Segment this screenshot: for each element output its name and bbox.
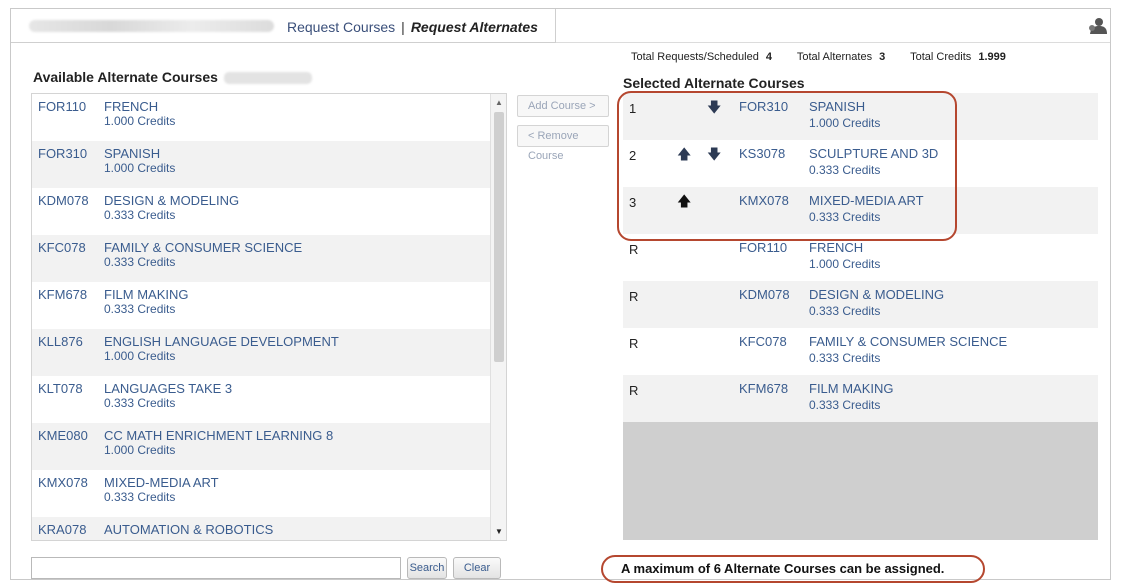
course-code: KFC078 <box>739 334 787 349</box>
search-input[interactable] <box>31 557 401 579</box>
course-code: FOR110 <box>38 99 87 114</box>
course-code: KLL876 <box>38 334 83 349</box>
course-order: R <box>629 242 639 257</box>
course-name: FILM MAKING <box>104 287 189 302</box>
list-item[interactable]: KMX078 MIXED-MEDIA ART 0.333 Credits <box>32 470 490 517</box>
remove-course-button[interactable]: < Remove Course <box>517 125 609 162</box>
scroll-down-icon[interactable]: ▼ <box>495 527 503 536</box>
course-request-panel: Request Courses | Request Alternates Total… <box>10 8 1111 583</box>
search-button[interactable]: Search <box>407 557 447 579</box>
course-order: R <box>629 289 639 304</box>
course-name: AUTOMATION & ROBOTICS <box>104 522 274 537</box>
available-courses-title: Available Alternate Courses <box>33 69 218 85</box>
course-code: FOR110 <box>739 240 788 255</box>
total-credits-label: Total Credits <box>910 51 972 63</box>
total-alternates-value: 3 <box>879 51 886 63</box>
course-credits: 0.333 Credits <box>104 490 176 504</box>
course-code: KLT078 <box>38 381 83 396</box>
total-credits-value: 1.999 <box>978 51 1006 63</box>
course-name: SPANISH <box>104 146 161 161</box>
course-name: FILM MAKING <box>809 381 894 396</box>
person-icon[interactable] <box>1086 17 1108 35</box>
max-alternates-note: A maximum of 6 Alternate Courses can be … <box>601 555 985 583</box>
scroll-thumb[interactable] <box>494 112 504 362</box>
course-name: FAMILY & CONSUMER SCIENCE <box>104 240 303 255</box>
course-credits: 1.000 Credits <box>104 114 176 128</box>
course-code: KMX078 <box>38 475 88 490</box>
course-name: MIXED-MEDIA ART <box>104 475 219 490</box>
course-name: DESIGN & MODELING <box>104 193 240 208</box>
total-requests-value: 4 <box>765 51 772 63</box>
course-credits: 1.000 Credits <box>809 257 881 271</box>
course-order: R <box>629 336 639 351</box>
course-credits: 0.333 Credits <box>104 208 176 222</box>
course-credits: 1.000 Credits <box>104 349 176 363</box>
list-item[interactable]: KFM678 FILM MAKING 0.333 Credits <box>32 282 490 329</box>
highlight-outline <box>617 91 957 241</box>
course-credits: 0.333 Credits <box>104 396 176 410</box>
course-credits: 0.333 Credits <box>809 398 881 412</box>
course-credits: 0.333 Credits <box>809 304 881 318</box>
list-item[interactable]: FOR110 FRENCH 1.000 Credits <box>32 94 490 141</box>
list-item[interactable]: R KFC078 FAMILY & CONSUMER SCIENCE 0.333… <box>623 328 1098 375</box>
scroll-up-icon[interactable]: ▲ <box>495 98 503 107</box>
course-code: FOR310 <box>38 146 88 161</box>
course-credits: 0.333 Credits <box>104 302 176 316</box>
list-item[interactable]: KDM078 DESIGN & MODELING 0.333 Credits <box>32 188 490 235</box>
scrollbar[interactable]: ▲ ▼ <box>490 94 506 540</box>
tab-strip: Request Courses | Request Alternates <box>11 9 556 43</box>
course-name: DESIGN & MODELING <box>809 287 945 302</box>
course-code: KRA078 <box>38 522 87 537</box>
list-item[interactable]: KLL876 ENGLISH LANGUAGE DEVELOPMENT 1.000 … <box>32 329 490 376</box>
course-code: KFM678 <box>38 287 88 302</box>
selected-courses-title: Selected Alternate Courses <box>623 75 805 91</box>
redacted-text <box>223 72 312 85</box>
tab-separator: | <box>401 19 405 35</box>
course-code: KDM078 <box>739 287 790 302</box>
course-code: KFC078 <box>38 240 86 255</box>
course-credits: 1.000 Credits <box>104 161 176 175</box>
list-item[interactable]: KLT078 LANGUAGES TAKE 3 0.333 Credits <box>32 376 490 423</box>
course-code: KDM078 <box>38 193 89 208</box>
available-courses-list[interactable]: FOR110 FRENCH 1.000 Credits FOR310 SPANISH 1… <box>31 93 507 541</box>
tab-request-alternates[interactable]: Request Alternates <box>411 19 538 35</box>
course-name: CC MATH ENRICHMENT LEARNING 8 <box>104 428 334 443</box>
course-code: KFM678 <box>739 381 789 396</box>
totals-bar: Total Requests/Scheduled 4 Total Alterna… <box>631 51 1006 63</box>
redacted-student-name <box>29 20 274 32</box>
total-alternates-label: Total Alternates <box>796 51 873 63</box>
list-item[interactable]: KME080 CC MATH ENRICHMENT LEARNING 8 1.000… <box>32 423 490 470</box>
tab-request-courses[interactable]: Request Courses <box>287 19 395 35</box>
empty-slot-area <box>623 422 1098 540</box>
list-item[interactable]: R FOR110 FRENCH 1.000 Credits <box>623 234 1098 281</box>
course-name: FAMILY & CONSUMER SCIENCE <box>809 334 1008 349</box>
list-item[interactable]: KFC078 FAMILY & CONSUMER SCIENCE 0.333 Cre… <box>32 235 490 282</box>
total-requests-label: Total Requests/Scheduled <box>631 51 759 63</box>
available-courses-heading: Available Alternate Courses <box>33 69 312 85</box>
add-course-button[interactable]: Add Course > <box>517 95 609 117</box>
list-item[interactable]: FOR310 SPANISH 1.000 Credits <box>32 141 490 188</box>
course-credits: 0.333 Credits <box>809 351 881 365</box>
list-item[interactable]: R KFM678 FILM MAKING 0.333 Credits <box>623 375 1098 422</box>
course-name: FRENCH <box>104 99 159 114</box>
list-item[interactable]: KRA078 AUTOMATION & ROBOTICS <box>32 517 490 540</box>
course-credits: 1.000 Credits <box>104 443 176 457</box>
list-item[interactable]: R KDM078 DESIGN & MODELING 0.333 Credits <box>623 281 1098 328</box>
top-bar: Request Courses | Request Alternates <box>11 9 1110 43</box>
course-code: KME080 <box>38 428 88 443</box>
course-name: ENGLISH LANGUAGE DEVELOPMENT <box>104 334 339 349</box>
course-name: FRENCH <box>809 240 864 255</box>
course-order: R <box>629 383 639 398</box>
clear-button[interactable]: Clear <box>453 557 501 579</box>
course-name: LANGUAGES TAKE 3 <box>104 381 233 396</box>
course-credits: 0.333 Credits <box>104 255 176 269</box>
tab-links: Request Courses | Request Alternates <box>287 19 538 35</box>
available-courses-rows: FOR110 FRENCH 1.000 Credits FOR310 SPANISH 1… <box>32 94 490 540</box>
